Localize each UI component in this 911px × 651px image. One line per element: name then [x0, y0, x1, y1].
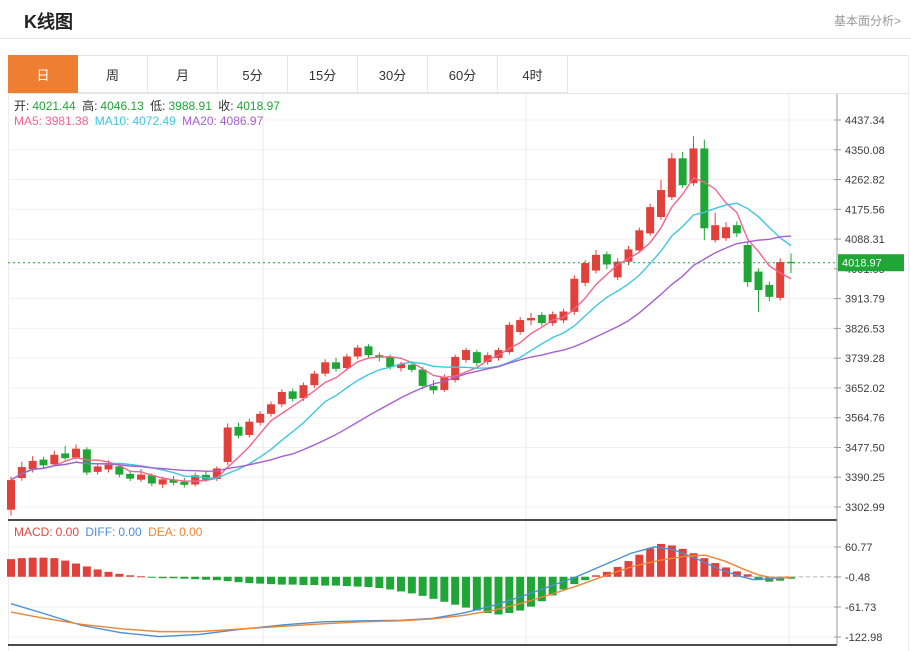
ma10-value: 4072.49: [132, 114, 175, 128]
low-label: 低:: [150, 99, 165, 113]
ma10-label: MA10:: [95, 114, 130, 128]
svg-text:4018.97: 4018.97: [842, 258, 882, 270]
macd-value: 0.00: [56, 525, 79, 539]
svg-text:3739.28: 3739.28: [845, 353, 885, 365]
ma5-label: MA5:: [14, 114, 42, 128]
current-price-tag: 4018.97: [838, 254, 904, 271]
dea-label: DEA:: [148, 525, 176, 539]
ma20-label: MA20:: [182, 114, 217, 128]
diff-value: 0.00: [118, 525, 141, 539]
close-label: 收:: [218, 99, 233, 113]
svg-text:3302.99: 3302.99: [845, 502, 885, 514]
svg-text:3390.25: 3390.25: [845, 472, 885, 484]
svg-text:3477.50: 3477.50: [845, 442, 885, 454]
svg-text:-122.98: -122.98: [845, 632, 882, 644]
high-value: 4046.13: [100, 99, 143, 113]
svg-text:4175.56: 4175.56: [845, 204, 885, 216]
svg-text:-0.48: -0.48: [845, 572, 870, 584]
svg-text:3652.02: 3652.02: [845, 383, 885, 395]
svg-text:4088.31: 4088.31: [845, 234, 885, 246]
svg-text:60.77: 60.77: [845, 542, 873, 554]
ma-readout: MA5:3981.38 MA10:4072.49 MA20:4086.97: [14, 114, 266, 128]
svg-text:3913.79: 3913.79: [845, 294, 885, 306]
svg-text:4437.34: 4437.34: [845, 115, 885, 127]
diff-label: DIFF:: [85, 525, 115, 539]
low-value: 3988.91: [169, 99, 212, 113]
ohlc-readout: 开:4021.44 高:4046.13 低: 3988.91 收: 4018.97: [14, 97, 283, 114]
svg-text:4350.08: 4350.08: [845, 145, 885, 157]
svg-text:4262.82: 4262.82: [845, 175, 885, 187]
dea-value: 0.00: [179, 525, 202, 539]
open-value: 4021.44: [32, 99, 75, 113]
ma5-value: 3981.38: [45, 114, 88, 128]
macd-label: MACD:: [14, 525, 53, 539]
svg-text:3826.53: 3826.53: [845, 323, 885, 335]
svg-text:-61.73: -61.73: [845, 602, 876, 614]
close-value: 4018.97: [237, 99, 280, 113]
ma20-value: 4086.97: [220, 114, 263, 128]
high-label: 高:: [82, 99, 97, 113]
svg-text:3564.76: 3564.76: [845, 413, 885, 425]
macd-readout: MACD:0.00 DIFF:0.00 DEA:0.00: [14, 525, 205, 539]
open-label: 开:: [14, 99, 29, 113]
